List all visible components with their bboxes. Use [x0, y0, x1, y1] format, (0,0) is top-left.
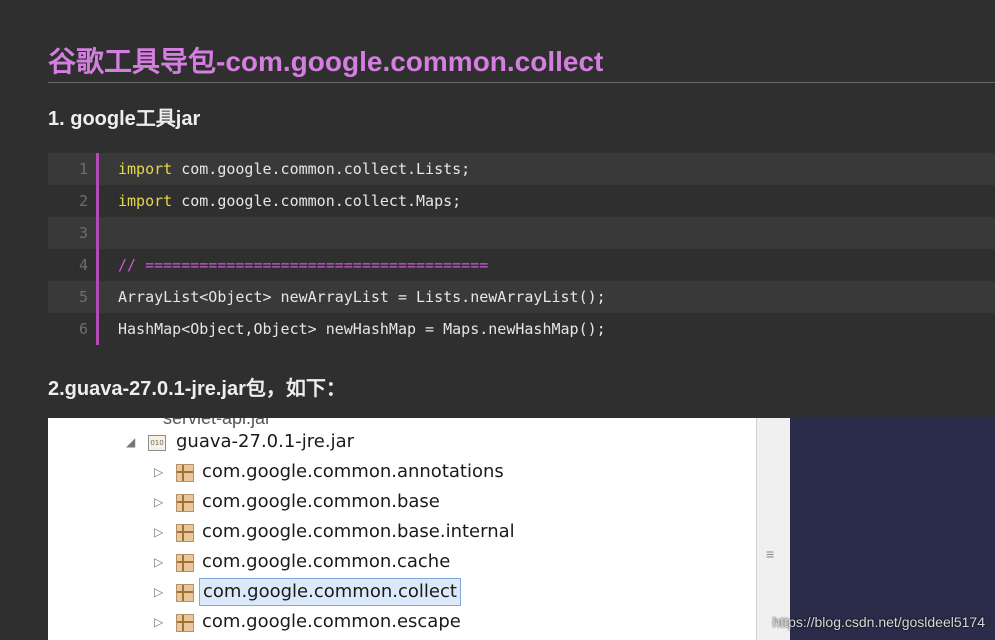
code-line: 6 HashMap<Object,Object> newHashMap = Ma… — [48, 313, 995, 345]
code-gutter-bar — [96, 185, 99, 217]
package-icon — [176, 584, 194, 602]
code-line: 1 import com.google.common.collect.Lists… — [48, 153, 995, 185]
code-gutter-bar — [96, 249, 99, 281]
line-number: 4 — [78, 256, 88, 274]
package-icon — [176, 464, 194, 482]
tree-item-label: com.google.common.base — [202, 491, 440, 512]
tree-item-label: com.google.common.collect — [199, 578, 461, 606]
scroll-grip-icon[interactable]: ≡ — [766, 546, 774, 562]
collapsed-arrow-icon[interactable]: ▷ — [154, 488, 168, 516]
collapsed-arrow-icon[interactable]: ▷ — [154, 548, 168, 576]
line-number: 2 — [78, 192, 88, 210]
collapsed-arrow-icon[interactable]: ▷ — [154, 458, 168, 486]
code-gutter-bar — [96, 153, 99, 185]
tree-item-label: com.google.common.escape — [202, 611, 461, 632]
code-line: 2 import com.google.common.collect.Maps; — [48, 185, 995, 217]
package-icon — [176, 614, 194, 632]
code-text: HashMap<Object,Object> newHashMap = Maps… — [118, 320, 606, 338]
tree-item-label: com.google.common.base.internal — [202, 521, 515, 542]
collapsed-arrow-icon[interactable]: ▷ — [154, 518, 168, 546]
package-icon — [176, 554, 194, 572]
line-number: 1 — [78, 160, 88, 178]
side-panel — [790, 418, 995, 640]
tree-item-label: com.google.common.annotations — [202, 461, 504, 482]
code-gutter-bar — [96, 281, 99, 313]
collapsed-arrow-icon[interactable]: ▷ — [154, 578, 168, 606]
code-line: 3 — [48, 217, 995, 249]
package-explorer-screenshot: servlet-api.jar ◢ 010 guava-27.0.1-jre.j… — [48, 418, 790, 640]
tree-item-label: com.google.common.cache — [202, 551, 451, 572]
vertical-scrollbar[interactable]: ≡ — [756, 418, 791, 640]
code-gutter-bar — [96, 313, 99, 345]
package-icon — [176, 494, 194, 512]
package-icon — [176, 524, 194, 542]
line-number: 6 — [78, 320, 88, 338]
section-heading-guava: 2.guava-27.0.1-jre.jar包，如下： — [48, 378, 346, 400]
code-text: import com.google.common.collect.Lists; — [118, 160, 471, 178]
code-line: 5 ArrayList<Object> newArrayList = Lists… — [48, 281, 995, 313]
expanded-arrow-icon[interactable]: ◢ — [126, 428, 140, 456]
article-title: 谷歌工具导包-com.google.common.collect — [48, 44, 995, 83]
collapsed-arrow-icon[interactable]: ▷ — [154, 608, 168, 636]
code-text: import com.google.common.collect.Maps; — [118, 192, 462, 210]
code-gutter-bar — [96, 217, 99, 249]
line-number: 3 — [78, 224, 88, 242]
code-text: ArrayList<Object> newArrayList = Lists.n… — [118, 288, 606, 306]
jar-icon: 010 — [148, 435, 166, 451]
code-line: 4 // ===================================… — [48, 249, 995, 281]
tree-item-label: guava-27.0.1-jre.jar — [176, 431, 355, 452]
code-block: 1 import com.google.common.collect.Lists… — [48, 153, 995, 345]
watermark: https://blog.csdn.net/gosldeel5174 — [772, 614, 986, 630]
line-number: 5 — [78, 288, 88, 306]
code-comment: // =====================================… — [118, 256, 489, 274]
section-heading-jar: 1. google工具jar — [48, 108, 201, 130]
